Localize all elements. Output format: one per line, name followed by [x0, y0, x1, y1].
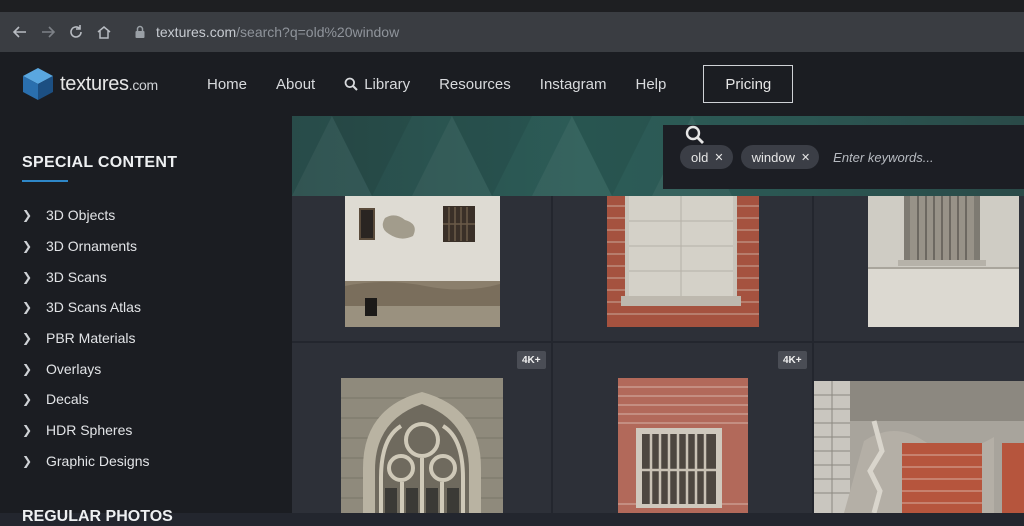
chevron-right-icon: ❯ — [22, 239, 33, 254]
forward-arrow-icon[interactable] — [34, 18, 62, 46]
search-banner: old ✕ window ✕ — [292, 116, 1024, 196]
nav-help[interactable]: Help — [635, 76, 666, 93]
sidebar-item-3d-scans[interactable]: ❯ 3D Scans — [22, 261, 150, 292]
texture-image — [341, 378, 503, 513]
nav-resources[interactable]: Resources — [439, 76, 511, 93]
grid-divider — [292, 341, 1024, 343]
sidebar-item-label: 3D Objects — [46, 207, 116, 224]
grid-divider — [551, 196, 553, 513]
sidebar-heading: SPECIAL CONTENT — [22, 154, 178, 171]
results-area: 4K+ 4K+ old ✕ window ✕ Enter keywords... — [292, 116, 1024, 513]
result-thumbnail[interactable] — [618, 378, 748, 513]
texture-image — [814, 381, 1024, 513]
sidebar-item-3d-objects[interactable]: ❯ 3D Objects — [22, 200, 150, 231]
search-tag-label: window — [751, 149, 795, 165]
chevron-right-icon: ❯ — [22, 361, 33, 376]
texture-image — [345, 196, 500, 327]
browser-toolbar: textures.com/search?q=old%20window — [0, 12, 1024, 52]
sidebar-heading-regular-photos: REGULAR PHOTOS — [22, 508, 173, 525]
chevron-right-icon: ❯ — [22, 208, 33, 223]
search-box[interactable]: old ✕ window ✕ — [663, 125, 1024, 189]
nav-library[interactable]: Library — [344, 76, 410, 93]
chevron-right-icon: ❯ — [22, 300, 33, 315]
result-thumbnail[interactable] — [868, 196, 1019, 327]
search-tag-old[interactable]: old ✕ — [680, 145, 733, 169]
sidebar-item-pbr-materials[interactable]: ❯ PBR Materials — [22, 323, 150, 354]
texture-image — [618, 378, 748, 513]
keyword-input[interactable] — [831, 148, 952, 166]
back-arrow-icon[interactable] — [6, 18, 34, 46]
address-bar[interactable]: textures.com/search?q=old%20window — [132, 18, 399, 46]
sidebar-item-3d-scans-atlas[interactable]: ❯ 3D Scans Atlas — [22, 292, 150, 323]
lock-icon — [135, 25, 145, 38]
sidebar-item-decals[interactable]: ❯ Decals — [22, 384, 150, 415]
nav-instagram[interactable]: Instagram — [540, 76, 607, 93]
result-thumbnail[interactable] — [607, 196, 759, 327]
sidebar-item-label: Overlays — [46, 360, 102, 377]
resolution-badge: 4K+ — [778, 351, 807, 369]
sidebar-item-label: Graphic Designs — [46, 452, 150, 469]
sidebar-item-label: Decals — [46, 391, 89, 408]
sidebar-heading-underline — [22, 180, 68, 182]
main-nav: Home About Library Resources Instagram H… — [207, 65, 794, 103]
chevron-right-icon: ❯ — [22, 392, 33, 407]
chevron-right-icon: ❯ — [22, 269, 33, 284]
browser-tab-strip — [0, 0, 1024, 12]
sidebar-item-graphic-designs[interactable]: ❯ Graphic Designs — [22, 446, 150, 477]
reload-icon[interactable] — [62, 18, 90, 46]
chevron-right-icon: ❯ — [22, 423, 33, 438]
result-thumbnail[interactable] — [814, 381, 1024, 513]
search-icon — [344, 77, 358, 91]
search-icon[interactable] — [685, 125, 705, 145]
pricing-button[interactable]: Pricing — [703, 65, 794, 103]
sidebar-item-overlays[interactable]: ❯ Overlays — [22, 353, 150, 384]
sidebar-item-label: PBR Materials — [46, 330, 136, 347]
sidebar-item-label: HDR Spheres — [46, 422, 133, 439]
url-text: textures.com/search?q=old%20window — [156, 24, 400, 40]
nav-library-label: Library — [364, 75, 411, 93]
close-icon[interactable]: ✕ — [801, 151, 810, 164]
logo-text: textures.com — [60, 72, 158, 95]
texture-image — [607, 196, 759, 327]
search-tag-label: old — [691, 149, 709, 165]
cube-logo-icon — [23, 68, 53, 100]
texture-image — [868, 196, 1019, 327]
site-logo[interactable]: textures.com — [22, 67, 182, 101]
sidebar-item-hdr-spheres[interactable]: ❯ HDR Spheres — [22, 415, 150, 446]
sidebar-item-label: 3D Scans — [46, 268, 107, 285]
close-icon[interactable]: ✕ — [714, 151, 723, 164]
chevron-right-icon: ❯ — [22, 331, 33, 346]
result-thumbnail[interactable] — [345, 196, 500, 327]
search-tag-window[interactable]: window ✕ — [740, 145, 820, 169]
resolution-badge: 4K+ — [517, 351, 546, 369]
sidebar: SPECIAL CONTENT ❯ 3D Objects ❯ 3D Ornament… — [0, 116, 292, 525]
sidebar-item-label: 3D Scans Atlas — [46, 299, 141, 316]
site-header: textures.com Home About Library Resource… — [0, 52, 1024, 116]
sidebar-item-3d-ornaments[interactable]: ❯ 3D Ornaments — [22, 231, 150, 262]
nav-about[interactable]: About — [276, 76, 315, 93]
result-thumbnail[interactable] — [341, 378, 503, 513]
sidebar-item-label: 3D Ornaments — [46, 238, 138, 255]
nav-home[interactable]: Home — [207, 76, 247, 93]
home-icon[interactable] — [90, 18, 118, 46]
sidebar-list: ❯ 3D Objects ❯ 3D Ornaments ❯ 3D Scans ❯ 3D … — [22, 200, 150, 476]
chevron-right-icon: ❯ — [22, 453, 33, 468]
